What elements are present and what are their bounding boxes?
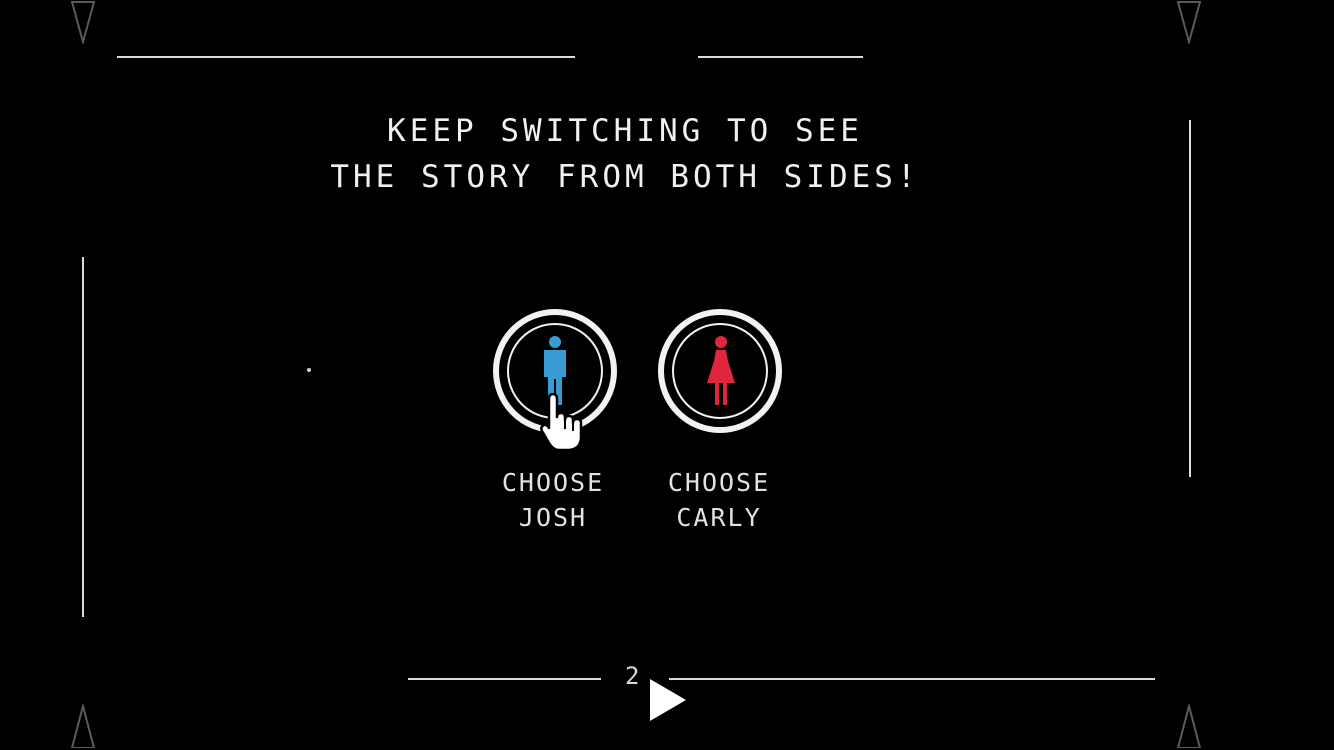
hand-pointer-icon <box>540 393 583 452</box>
corner-triangle-icon <box>1176 1 1202 44</box>
video-stage: KEEP SWITCHING TO SEE THE STORY FROM BOT… <box>0 0 1334 750</box>
play-icon[interactable] <box>648 677 688 723</box>
page-number: 2 <box>625 662 640 690</box>
headline-line-1: KEEP SWITCHING TO SEE <box>387 113 863 149</box>
decorative-dot <box>307 368 311 372</box>
choose-carly-label-line-2: CARLY <box>676 503 762 532</box>
frame-line-top-right <box>698 56 863 58</box>
corner-triangle-icon <box>70 1 96 44</box>
frame-line-right <box>1189 120 1191 477</box>
woman-icon <box>707 336 735 405</box>
corner-triangle-icon <box>70 704 96 748</box>
frame-line-bottom-left <box>408 678 601 680</box>
frame-line-left <box>82 257 84 617</box>
choose-carly-button[interactable] <box>658 309 782 433</box>
frame-line-bottom-right <box>669 678 1155 680</box>
choose-carly-label-line-1: CHOOSE <box>667 468 771 497</box>
choose-josh-label-line-2: JOSH <box>518 503 588 532</box>
choose-josh-button[interactable] <box>493 309 617 452</box>
frame-line-top-left <box>117 56 575 58</box>
headline-line-2: THE STORY FROM BOTH SIDES! <box>330 159 920 195</box>
choose-josh-label-line-1: CHOOSE <box>501 468 605 497</box>
corner-triangle-icon <box>1176 704 1202 748</box>
